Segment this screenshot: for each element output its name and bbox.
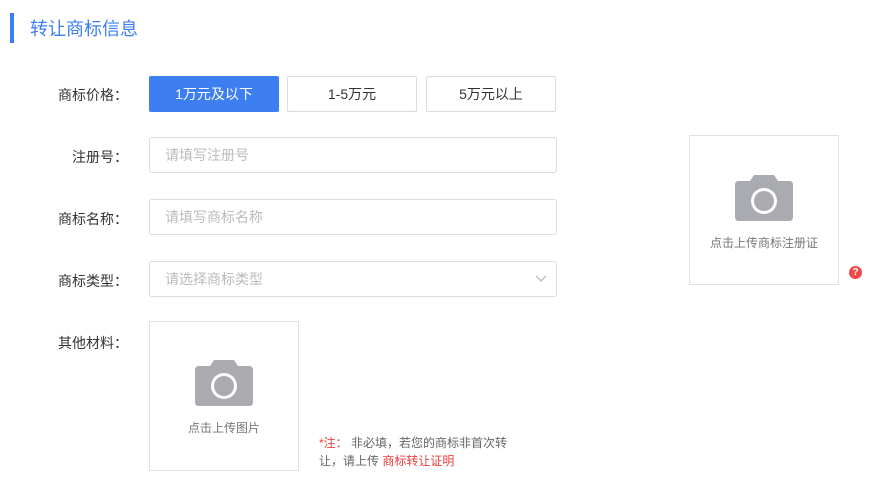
reg-no-field xyxy=(149,137,557,173)
trademark-name-field xyxy=(149,199,557,235)
reg-no-input[interactable] xyxy=(165,138,556,172)
certificate-upload-text: 点击上传商标注册证 xyxy=(709,236,818,250)
price-option-over-50k-button[interactable]: 5万元以上 xyxy=(426,76,556,112)
section-title: 转让商标信息 xyxy=(30,19,138,39)
trademark-name-input[interactable] xyxy=(165,200,556,234)
trademark-type-select[interactable]: 请选择商标类型 xyxy=(149,261,557,297)
other-materials-label: 其他材料： xyxy=(58,335,128,351)
chevron-down-icon xyxy=(526,262,556,296)
section-accent-bar xyxy=(10,13,14,43)
upload-note: *注： 非必填，若您的商标非首次转让，请上传 商标转让证明 xyxy=(319,434,519,470)
other-upload-text: 点击上传图片 xyxy=(187,421,260,435)
trademark-type-label: 商标类型： xyxy=(58,273,128,289)
price-option-10k-50k-button[interactable]: 1-5万元 xyxy=(287,76,417,112)
price-label: 商标价格： xyxy=(58,87,128,103)
price-option-under-10k-button[interactable]: 1万元及以下 xyxy=(149,76,279,112)
help-icon[interactable]: ? xyxy=(849,266,862,279)
camera-icon xyxy=(195,360,253,411)
certificate-upload[interactable]: 点击上传商标注册证 xyxy=(689,135,839,285)
reg-no-label: 注册号： xyxy=(72,149,128,165)
section-header: 转让商标信息 xyxy=(10,13,138,43)
trademark-type-placeholder: 请选择商标类型 xyxy=(165,271,263,287)
transfer-proof-link[interactable]: 商标转让证明 xyxy=(382,454,454,468)
trademark-name-label: 商标名称： xyxy=(58,211,128,227)
camera-icon xyxy=(735,175,793,226)
other-materials-upload[interactable]: 点击上传图片 xyxy=(149,321,299,471)
note-prefix: *注： xyxy=(319,436,348,450)
